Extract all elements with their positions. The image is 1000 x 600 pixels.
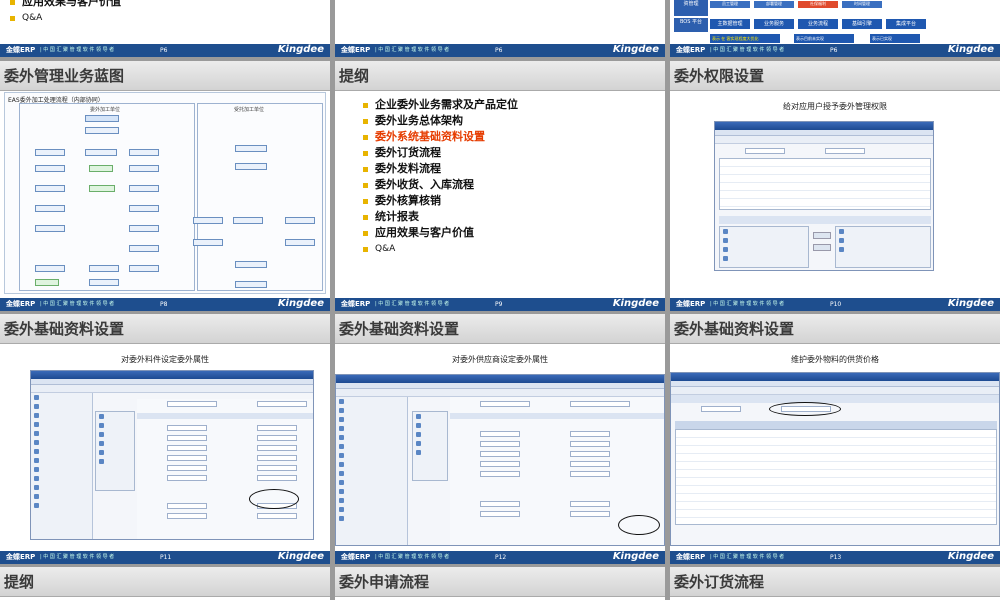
- legend-item: 表示已实现: [870, 34, 920, 43]
- process-diagram: EAS委外加工处理流程（内部协同） 委外加工单位 受托加工单位: [4, 92, 326, 294]
- arch-box: 时间管理: [842, 1, 882, 8]
- outline-item-current[interactable]: 委外系统基础资料设置: [363, 129, 518, 145]
- slide-apply-flow[interactable]: 委外申请流程: [335, 567, 665, 600]
- slide-blueprint[interactable]: 委外管理业务蓝图 EAS委外加工处理流程（内部协同） 委外加工单位 受托加工单位: [0, 61, 330, 311]
- slide-outline[interactable]: 提纲 企业委外业务需求及产品定位 委外业务总体架构 委外系统基础资料设置 委外订…: [335, 61, 665, 311]
- slide-footer: 金蝶ERP | 中 国 汇 聚 管 理 软 件 领 导 者 P6 Kingdee: [335, 44, 665, 57]
- slide-price[interactable]: 委外基础资料设置 维护委外物料的供货价格 金蝶ERP | 中 国 汇 聚 管 理 …: [670, 314, 1000, 564]
- lane-left-label: 委外加工单位: [90, 107, 121, 113]
- slide-caption: 给对应用户授予委外管理权限: [783, 102, 887, 111]
- outline-item: Q&A: [10, 10, 121, 26]
- arch-box: 部署管理: [754, 1, 794, 8]
- slide-caption: 对委外料件设定委外属性: [121, 355, 209, 364]
- material-screenshot: [30, 370, 314, 540]
- outline-item[interactable]: 委外发料流程: [363, 161, 518, 177]
- outline-item[interactable]: Q&A: [363, 241, 518, 257]
- highlight-oval: [249, 489, 299, 509]
- slide-footer: 金蝶ERP | 中 国 汇 聚 管 理 软 件 领 导 者 P6 Kingdee: [670, 44, 1000, 57]
- outline-item[interactable]: 委外业务总体架构: [363, 113, 518, 129]
- arch-box: 业务流程: [798, 19, 838, 29]
- legend-item: 表示目前未实现: [794, 34, 854, 43]
- slide-footer: 金蝶ERP | 中 国 汇 聚 管 理 软 件 领 导 者 P8 Kingdee: [0, 298, 330, 311]
- arch-box: 集成平台: [886, 19, 926, 29]
- arch-box: 业务服务: [754, 19, 794, 29]
- slide-title: 委外管理业务蓝图: [0, 61, 330, 91]
- slide-title: 委外基础资料设置: [0, 314, 330, 344]
- slide-p6-partial[interactable]: 金蝶ERP | 中 国 汇 聚 管 理 软 件 领 导 者 P6 Kingdee: [335, 0, 665, 57]
- highlight-oval: [618, 515, 660, 535]
- slide-footer: 金蝶ERP | 中 国 汇 聚 管 理 软 件 领 导 者 P13 Kingdee: [670, 551, 1000, 564]
- arch-label: 资管理: [674, 0, 708, 16]
- price-screenshot: [670, 372, 1000, 546]
- slide-title: 提纲: [335, 61, 665, 91]
- slide-order-flow[interactable]: 委外订货流程: [670, 567, 1000, 600]
- supplier-screenshot: [335, 374, 665, 546]
- arch-box: 基础引擎: [842, 19, 882, 29]
- outline-item[interactable]: 委外核算核销: [363, 193, 518, 209]
- highlight-oval: [769, 402, 841, 416]
- outline-item[interactable]: 委外收货、入库流程: [363, 177, 518, 193]
- slide-title: 提纲: [0, 567, 330, 597]
- outline-list: 企业委外业务需求及产品定位 委外业务总体架构 委外系统基础资料设置 委外订货流程…: [363, 97, 518, 257]
- outline-item: 应用效果与客户价值: [10, 0, 121, 10]
- slide-footer: 金蝶ERP | 中 国 汇 聚 管 理 软 件 领 导 者 P9 Kingdee: [335, 298, 665, 311]
- slide-architecture-partial[interactable]: 资管理 员工管理 部署管理 社保福利 时间管理 BOS 平台 主数据管理 业务服…: [670, 0, 1000, 57]
- slide-caption: 维护委外物料的供货价格: [791, 355, 879, 364]
- slide-caption: 对委外供应商设定委外属性: [452, 355, 548, 364]
- arch-label: BOS 平台: [674, 18, 708, 32]
- slide-supplier-attr[interactable]: 委外基础资料设置 对委外供应商设定委外属性 金蝶ERP | 中 国 汇 聚 管 理…: [335, 314, 665, 564]
- slide-title: 委外权限设置: [670, 61, 1000, 91]
- permission-screenshot: [714, 121, 934, 271]
- slide-footer: 金蝶ERP | 中 国 汇 聚 管 理 软 件 领 导 者 P10 Kingdee: [670, 298, 1000, 311]
- slide-outline-2[interactable]: 提纲: [0, 567, 330, 600]
- slide-title: 委外基础资料设置: [335, 314, 665, 344]
- arch-box: 员工管理: [710, 1, 750, 8]
- slide-outline-partial[interactable]: 应用效果与客户价值 Q&A 金蝶ERP | 中 国 汇 聚 管 理 软 件 领 导…: [0, 0, 330, 57]
- slide-title: 委外基础资料设置: [670, 314, 1000, 344]
- slide-title: 委外订货流程: [670, 567, 1000, 597]
- outline-item[interactable]: 应用效果与客户价值: [363, 225, 518, 241]
- slide-permission[interactable]: 委外权限设置 给对应用户授予委外管理权限 金蝶ERP | 中 国 汇 聚 管 理 …: [670, 61, 1000, 311]
- outline-item[interactable]: 统计报表: [363, 209, 518, 225]
- slide-title: 委外申请流程: [335, 567, 665, 597]
- slide-footer: 金蝶ERP | 中 国 汇 聚 管 理 软 件 领 导 者 P11 Kingdee: [0, 551, 330, 564]
- arch-box: 社保福利: [798, 1, 838, 8]
- slide-material-attr[interactable]: 委外基础资料设置 对委外料件设定委外属性 金蝶ERP | 中 国 汇 聚 管 理 …: [0, 314, 330, 564]
- legend-item: 表示 在 客实现程度大优化: [710, 34, 780, 43]
- arch-box: 主数据管理: [710, 19, 750, 29]
- slide-footer: 金蝶ERP | 中 国 汇 聚 管 理 软 件 领 导 者 P6 Kingdee: [0, 44, 330, 57]
- outline-item[interactable]: 委外订货流程: [363, 145, 518, 161]
- lane-right-label: 受托加工单位: [234, 107, 265, 113]
- outline-item[interactable]: 企业委外业务需求及产品定位: [363, 97, 518, 113]
- slide-footer: 金蝶ERP | 中 国 汇 聚 管 理 软 件 领 导 者 P12 Kingdee: [335, 551, 665, 564]
